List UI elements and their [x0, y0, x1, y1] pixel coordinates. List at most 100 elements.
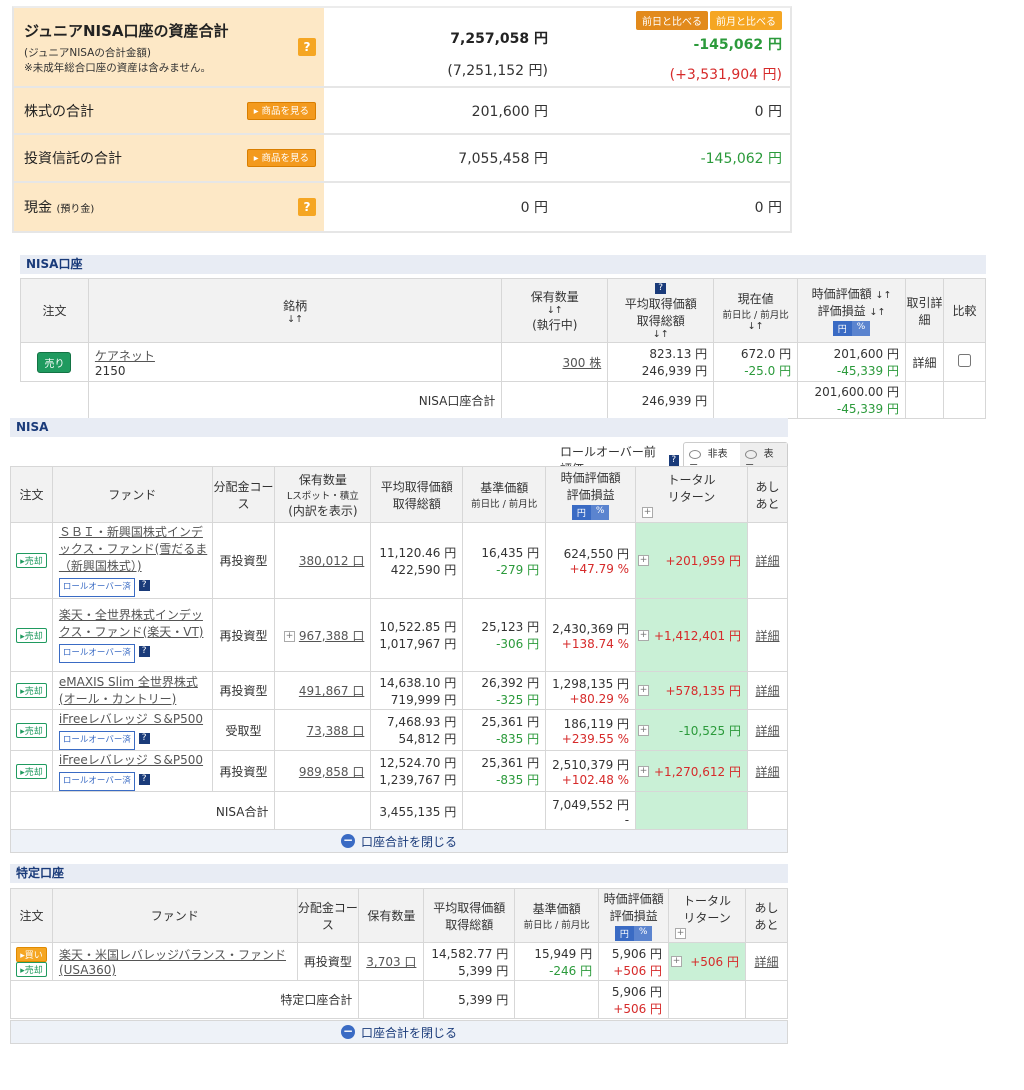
total-cost: 246,939 円 — [607, 381, 715, 419]
qty-link[interactable]: 300 株 — [563, 356, 602, 370]
fund-name-link[interactable]: 楽天・米国レバレッジバランス・ファンド(USA360) — [59, 948, 286, 977]
price-change: -279 円 — [496, 562, 540, 577]
sell-button[interactable]: ▸売却 — [16, 722, 47, 738]
avg-price: 823.13 円 — [649, 347, 708, 361]
qty-link[interactable]: 967,388 口 — [299, 629, 364, 643]
help-icon[interactable]: ? — [669, 454, 679, 466]
avg-price: 7,468.93 円 — [386, 715, 457, 729]
show-breakdown-link[interactable]: (内訳を表示) — [275, 502, 370, 519]
compare-prev-day-button[interactable]: 前日と比べる — [636, 10, 708, 30]
sort-icon[interactable]: ↓↑ — [502, 305, 607, 316]
col-name[interactable]: 銘柄 ↓↑ — [87, 278, 503, 343]
sell-button[interactable]: ▸売却 — [16, 627, 47, 643]
sort-icon[interactable]: ↓↑ — [608, 329, 713, 340]
col-fund: ファンド — [51, 466, 213, 523]
summary-stocks-value: 201,600 円 — [471, 103, 548, 120]
summary-total-value-sub: (7,251,152 円) — [447, 63, 548, 79]
sell-button[interactable]: 売り — [37, 351, 72, 373]
sort-icon[interactable]: ↓↑ — [870, 307, 886, 318]
expand-icon[interactable]: + — [638, 765, 650, 777]
help-icon[interactable]: ? — [138, 646, 150, 657]
course: 再投資型 — [296, 942, 360, 981]
fund-name-link[interactable]: 楽天・全世界株式インデックス・ファンド(楽天・VT) — [59, 608, 204, 639]
detail-link[interactable]: 詳細 — [755, 724, 779, 738]
total-return: -10,525 円 — [678, 723, 741, 738]
col-qty[interactable]: 保有数量 ↓↑ (執行中) — [501, 278, 609, 343]
detail-link[interactable]: 詳細 — [755, 684, 779, 698]
detail-link[interactable]: 詳細 — [754, 955, 778, 969]
expand-icon[interactable]: + — [638, 724, 650, 736]
course: 再投資型 — [211, 522, 276, 599]
qty-link[interactable]: 491,867 口 — [299, 684, 364, 698]
table-row: ▸売却 eMAXIS Slim 全世界株式(オール・カントリー) 再投資型 491,8… — [10, 671, 789, 710]
summary-funds-value: 7,055,458 円 — [458, 151, 548, 167]
sort-icon[interactable]: ↓↑ — [714, 321, 797, 332]
valuation: 2,430,369 円 — [552, 621, 630, 636]
summary-total-diff-sub: (+3,531,904 円) — [669, 66, 782, 83]
total-profit-loss: +506 円 — [613, 1001, 663, 1016]
summary-stocks-diff: 0 円 — [754, 103, 782, 120]
avg-price: 14,638.10 円 — [379, 675, 457, 690]
help-icon[interactable]: ? — [298, 198, 316, 216]
avg-price: 10,522.85 円 — [379, 620, 457, 634]
base-price: 16,435 円 — [481, 545, 540, 560]
summary-funds-row: 投資信託の合計 ▸ 商品を見る 7,055,458 円 -145,062 円 — [14, 135, 790, 183]
tokutei-fund-table: 注文 ファンド 分配金コース 保有数量 平均取得価額 取得総額 基準価額 前日比… — [9, 888, 789, 1019]
col-valuation: 時価評価額 ↓↑ 評価損益 ↓↑ 円% — [797, 278, 907, 343]
buy-button[interactable]: ▸買い — [16, 946, 47, 962]
price-change: -306 円 — [496, 637, 540, 651]
help-icon[interactable]: ? — [298, 38, 316, 56]
sell-button[interactable]: ▸売却 — [16, 553, 47, 568]
qty-link[interactable]: 73,388 口 — [307, 724, 365, 738]
expand-icon[interactable]: + — [671, 956, 683, 967]
expand-icon[interactable]: + — [638, 555, 650, 566]
qty-link[interactable]: 3,703 口 — [366, 955, 416, 969]
help-icon[interactable]: ? — [138, 732, 150, 744]
valuation: 5,906 円 — [611, 946, 663, 961]
sort-icon[interactable]: ↓↑ — [876, 290, 892, 301]
table-row: ▸買い ▸売却 楽天・米国レバレッジバランス・ファンド(USA360) 再投資型… — [10, 942, 789, 981]
help-icon[interactable]: ? — [138, 773, 150, 785]
fund-name-link[interactable]: ＳＢＩ・新興国株式インデックス・ファンド(雪だるま（新興国株式）) — [59, 525, 207, 573]
qty-link[interactable]: 989,858 口 — [299, 765, 364, 779]
col-total-return: トータルリターン + — [635, 466, 748, 523]
detail-link[interactable]: 詳細 — [912, 356, 936, 370]
view-products-button[interactable]: ▸ 商品を見る — [246, 149, 316, 167]
sell-button[interactable]: ▸売却 — [16, 961, 47, 977]
help-icon[interactable]: ? — [655, 283, 667, 294]
yen-pct-toggle[interactable]: 円% — [571, 505, 610, 520]
detail-link[interactable]: 詳細 — [755, 554, 779, 568]
help-icon[interactable]: ? — [138, 580, 150, 591]
price-change: -25.0 円 — [744, 364, 792, 378]
expand-icon[interactable]: + — [675, 927, 687, 939]
expand-icon[interactable]: + — [638, 685, 650, 696]
total-row: NISA合計 3,455,135 円 7,049,552 円 - — [9, 791, 789, 832]
fund-name-link[interactable]: eMAXIS Slim 全世界株式(オール・カントリー) — [59, 675, 198, 706]
fund-name-link[interactable]: iFreeレバレッジ Ｓ&P500 — [59, 712, 203, 726]
sell-button[interactable]: ▸売却 — [16, 683, 47, 698]
qty-link[interactable]: 380,012 口 — [299, 554, 364, 568]
expand-icon[interactable]: + — [642, 506, 654, 518]
profit-loss-pct: +138.74 % — [561, 636, 630, 651]
compare-checkbox[interactable] — [957, 354, 971, 367]
total-return: +201,959 円 — [665, 554, 741, 568]
detail-link[interactable]: 詳細 — [755, 765, 779, 779]
view-products-button[interactable]: ▸ 商品を見る — [246, 101, 316, 120]
compare-prev-month-button[interactable]: 前月と比べる — [710, 10, 782, 30]
detail-link[interactable]: 詳細 — [755, 629, 779, 643]
close-total-button[interactable]: − 口座合計を閉じる — [10, 829, 788, 853]
fund-name-link[interactable]: iFreeレバレッジ Ｓ&P500 — [59, 753, 203, 767]
total-return: +1,412,401 円 — [654, 628, 741, 643]
sell-button[interactable]: ▸売却 — [16, 763, 47, 779]
expand-icon[interactable]: + — [284, 630, 296, 642]
stock-name-link[interactable]: ケアネット — [95, 347, 501, 364]
expand-icon[interactable]: + — [638, 629, 650, 641]
table-header-row: 注文 ファンド 分配金コース 保有数量 平均取得価額 取得総額 基準価額 前日比… — [10, 888, 789, 943]
sort-icon[interactable]: ↓↑ — [89, 314, 501, 325]
yen-pct-toggle[interactable]: 円% — [614, 926, 653, 941]
yen-pct-toggle[interactable]: 円% — [832, 321, 871, 336]
table-row: ▸売却 iFreeレバレッジ Ｓ&P500 ロールオーバー済 ? 再投資型 989,85… — [10, 750, 789, 792]
total-row: NISA口座合計 246,939 円 201,600.00 円 -45,339 … — [20, 381, 987, 419]
close-total-button[interactable]: − 口座合計を閉じる — [10, 1020, 788, 1044]
summary-cash-diff: 0 円 — [754, 200, 782, 216]
